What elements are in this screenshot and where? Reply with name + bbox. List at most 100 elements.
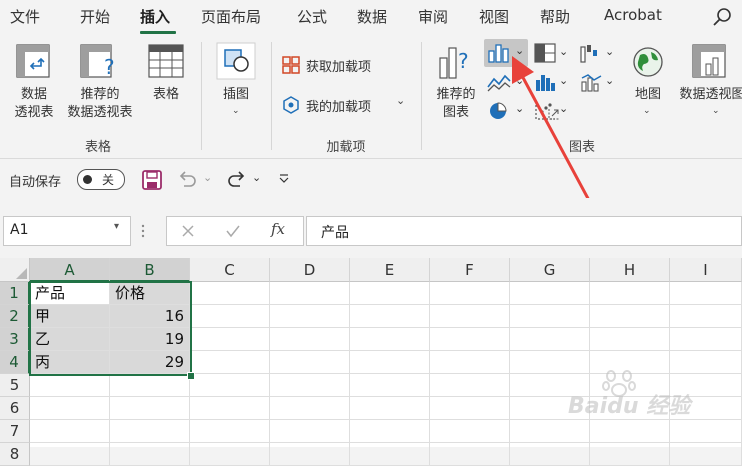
tab-insert[interactable]: 插入	[140, 6, 170, 28]
grid-cell[interactable]	[270, 420, 350, 443]
grid-cell[interactable]	[590, 328, 670, 351]
recommended-charts-button[interactable]: ? 推荐的 图表	[430, 42, 482, 124]
cell-a2[interactable]: 甲	[30, 305, 110, 328]
grid-cell[interactable]	[190, 351, 270, 374]
grid-cell[interactable]	[350, 305, 430, 328]
cancel-icon[interactable]	[181, 224, 195, 238]
grid-cell[interactable]	[270, 397, 350, 420]
tab-home[interactable]: 开始	[80, 6, 110, 28]
save-icon[interactable]	[142, 170, 162, 190]
grid-cell[interactable]	[430, 328, 510, 351]
my-addins-button[interactable]: 我的加载项 ⌄	[282, 94, 412, 116]
grid-cell[interactable]	[590, 282, 670, 305]
column-header-c[interactable]: C	[190, 258, 270, 282]
grid-cell[interactable]	[430, 305, 510, 328]
grid-cell[interactable]	[110, 443, 190, 466]
column-header-a[interactable]: A	[30, 258, 110, 282]
tab-review[interactable]: 审阅	[418, 6, 448, 28]
row-header-1[interactable]: 1	[0, 282, 30, 305]
autosave-toggle[interactable]: 关	[77, 169, 125, 190]
grid-cell[interactable]	[110, 420, 190, 443]
grid-cell[interactable]	[510, 443, 590, 466]
grid-cell[interactable]	[510, 282, 590, 305]
column-header-i[interactable]: I	[670, 258, 742, 282]
recommended-pivot-button[interactable]: ? 推荐的 数据透视表	[60, 42, 140, 124]
chevron-down-icon[interactable]: ⌄	[252, 171, 261, 184]
grid-cell[interactable]	[30, 443, 110, 466]
grid-cell[interactable]	[590, 443, 670, 466]
grid-cell[interactable]	[270, 328, 350, 351]
map-button[interactable]: 地图 ⌄	[626, 42, 670, 124]
column-header-b[interactable]: B	[110, 258, 190, 282]
grid-cell[interactable]	[350, 374, 430, 397]
row-header-5[interactable]: 5	[0, 374, 30, 397]
grid-cell[interactable]	[430, 443, 510, 466]
pivot-table-button[interactable]: 数据 透视表	[6, 42, 56, 124]
column-header-e[interactable]: E	[350, 258, 430, 282]
cell-b1[interactable]: 价格	[110, 282, 190, 305]
pivot-chart-button[interactable]: 数据透视图 ⌄	[672, 42, 742, 124]
grid-cell[interactable]	[430, 397, 510, 420]
grid-cell[interactable]	[430, 351, 510, 374]
row-header-6[interactable]: 6	[0, 397, 30, 420]
grid-cell[interactable]	[670, 282, 742, 305]
grid-cell[interactable]	[190, 374, 270, 397]
tab-acrobat[interactable]: Acrobat	[604, 6, 662, 28]
row-header-8[interactable]: 8	[0, 443, 30, 466]
select-all-corner[interactable]	[0, 258, 30, 282]
row-header-7[interactable]: 7	[0, 420, 30, 443]
grid-cell[interactable]	[350, 328, 430, 351]
grid-cell[interactable]	[350, 443, 430, 466]
undo-icon[interactable]	[176, 170, 198, 190]
grid-cell[interactable]	[270, 305, 350, 328]
row-header-4[interactable]: 4	[0, 351, 30, 374]
grid-cell[interactable]	[110, 374, 190, 397]
insert-function-icon[interactable]: fx	[271, 220, 285, 238]
grid-cell[interactable]	[430, 282, 510, 305]
chevron-down-icon[interactable]: ⌄	[203, 171, 212, 184]
cell-b4[interactable]: 29	[110, 351, 190, 374]
get-addins-button[interactable]: 获取加载项	[282, 54, 402, 76]
grid-cell[interactable]	[510, 420, 590, 443]
grid-cell[interactable]	[350, 420, 430, 443]
grid-cell[interactable]	[30, 420, 110, 443]
fill-handle[interactable]	[187, 372, 195, 380]
cell-b2[interactable]: 16	[110, 305, 190, 328]
grid-cell[interactable]	[350, 397, 430, 420]
grid-cell[interactable]	[670, 420, 742, 443]
grid-cell[interactable]	[190, 328, 270, 351]
grid-cell[interactable]	[30, 397, 110, 420]
grid-cell[interactable]	[510, 328, 590, 351]
column-header-d[interactable]: D	[270, 258, 350, 282]
grid-cell[interactable]	[590, 305, 670, 328]
tab-formulas[interactable]: 公式	[297, 6, 327, 28]
grid-cell[interactable]	[190, 305, 270, 328]
grid-cell[interactable]	[270, 351, 350, 374]
column-header-h[interactable]: H	[590, 258, 670, 282]
tab-help[interactable]: 帮助	[540, 6, 570, 28]
grid-cell[interactable]	[510, 305, 590, 328]
row-header-3[interactable]: 3	[0, 328, 30, 351]
redo-icon[interactable]	[226, 170, 248, 190]
search-icon[interactable]	[712, 6, 734, 32]
grid-cell[interactable]	[430, 374, 510, 397]
grid-cell[interactable]	[670, 443, 742, 466]
table-button[interactable]: 表格	[144, 42, 190, 124]
grid-cell[interactable]	[190, 397, 270, 420]
grid-cell[interactable]	[190, 420, 270, 443]
grid-cell[interactable]	[350, 282, 430, 305]
cell-a3[interactable]: 乙	[30, 328, 110, 351]
illustrations-button[interactable]: 插图 ⌄	[210, 42, 262, 124]
name-box[interactable]: A1 ▾	[3, 216, 131, 246]
tab-file[interactable]: 文件	[10, 6, 40, 28]
tab-page-layout[interactable]: 页面布局	[201, 6, 261, 28]
row-header-2[interactable]: 2	[0, 305, 30, 328]
column-header-f[interactable]: F	[430, 258, 510, 282]
grid-cell[interactable]	[30, 374, 110, 397]
enter-icon[interactable]	[225, 224, 241, 238]
grid-cell[interactable]	[190, 282, 270, 305]
grid-cell[interactable]	[190, 443, 270, 466]
column-header-g[interactable]: G	[510, 258, 590, 282]
grid-cell[interactable]	[270, 374, 350, 397]
grid-cell[interactable]	[110, 397, 190, 420]
